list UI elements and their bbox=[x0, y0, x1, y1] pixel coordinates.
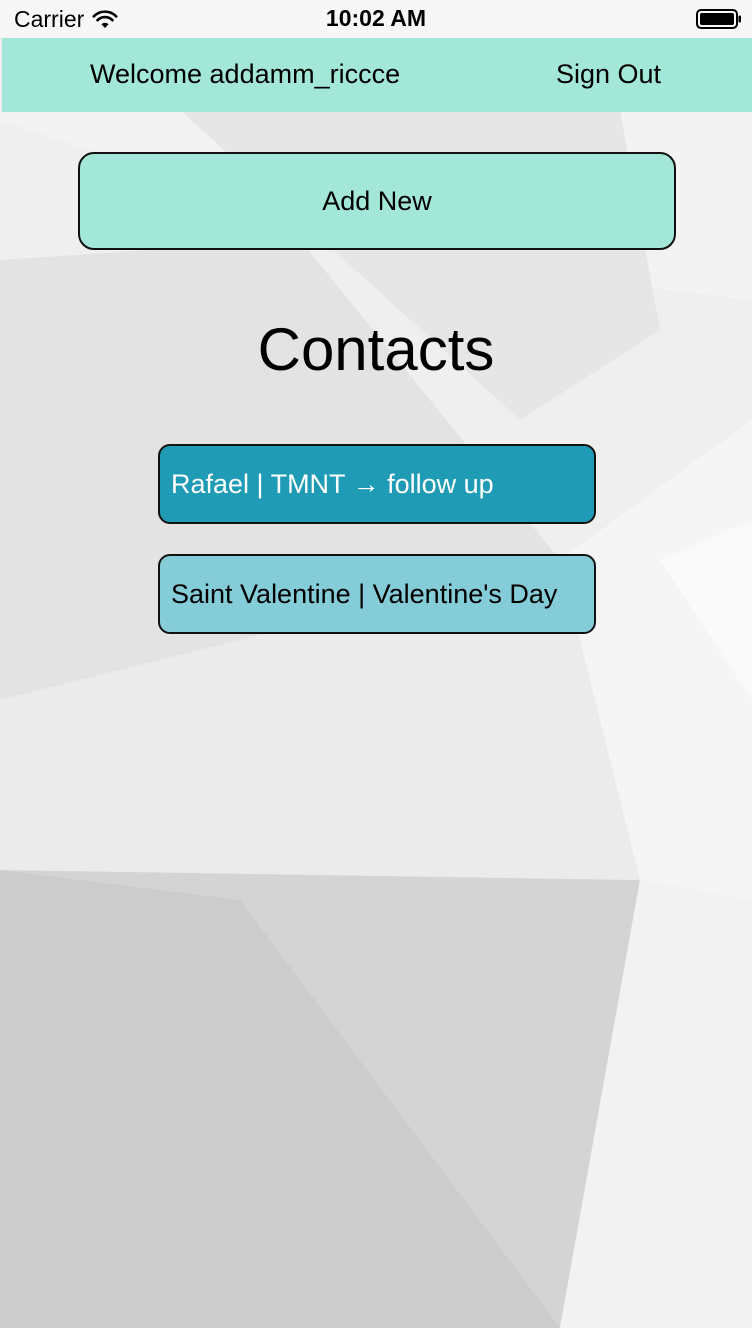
welcome-message: Welcome addamm_riccce bbox=[90, 59, 401, 89]
contact-item-rafael[interactable]: Rafael | TMNT → follow up bbox=[158, 444, 596, 524]
add-new-label: Add New bbox=[322, 185, 432, 216]
status-time: 10:02 AM bbox=[325, 5, 427, 31]
contact-item-label: Rafael | TMNT → follow up bbox=[171, 468, 494, 499]
contacts-heading: Contacts bbox=[257, 316, 495, 383]
contact-item-saint-valentine[interactable]: Saint Valentine | Valentine's Day bbox=[158, 554, 596, 634]
status-bar: Carrier 10:02 AM bbox=[0, 0, 752, 38]
contact-item-label: Saint Valentine | Valentine's Day bbox=[171, 578, 558, 609]
battery-icon bbox=[696, 9, 741, 29]
top-nav-bar: Welcome addamm_riccce Sign Out bbox=[2, 38, 752, 112]
add-new-button[interactable]: Add New bbox=[78, 152, 676, 250]
sign-out-button[interactable]: Sign Out bbox=[556, 59, 661, 90]
